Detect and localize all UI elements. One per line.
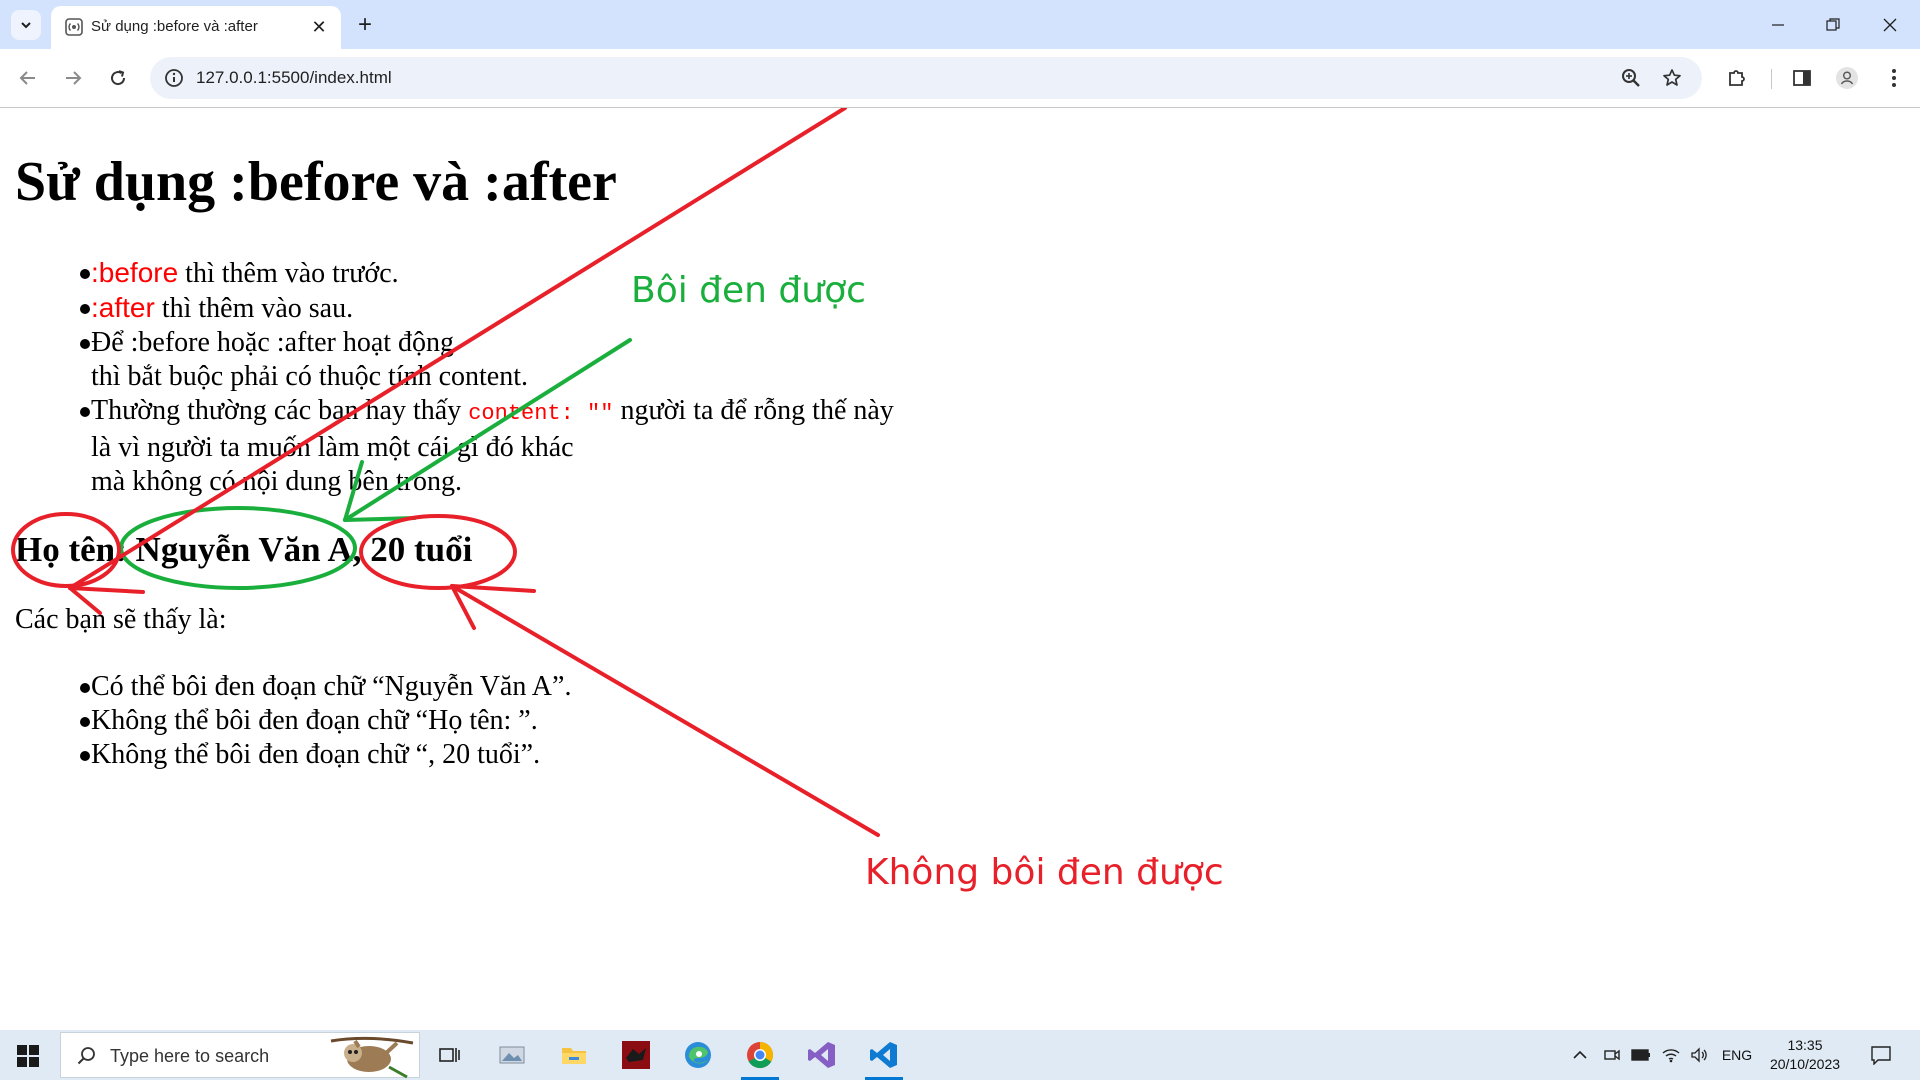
code-snippet: content: "" [468, 401, 614, 426]
task-view-icon [439, 1048, 460, 1062]
taskbar-app-red[interactable] [607, 1030, 665, 1080]
volume-icon[interactable] [1688, 1042, 1710, 1068]
clock-time: 13:35 [1787, 1037, 1823, 1053]
info-label-before: Họ tên: [15, 530, 136, 569]
app-red-icon [622, 1041, 650, 1069]
minimize-icon [1772, 24, 1784, 26]
list-item-text: thì thêm vào trước. [178, 258, 399, 289]
green-annotation-label: Bôi đen được [631, 270, 866, 311]
close-icon [1883, 18, 1897, 32]
system-clock[interactable]: 13:35 20/10/2023 [1760, 1036, 1850, 1074]
profile-avatar[interactable] [1835, 66, 1859, 90]
visual-studio-icon [808, 1042, 835, 1068]
red-arrowhead [68, 586, 145, 594]
bookmark-star-icon[interactable] [1661, 67, 1683, 89]
extensions-puzzle-icon[interactable] [1725, 66, 1749, 90]
restore-icon [1826, 18, 1840, 31]
forward-button[interactable] [59, 64, 87, 92]
list-item-text: mà không có nội dung bên trong. [91, 466, 462, 497]
battery-icon[interactable] [1630, 1042, 1652, 1068]
windows-start-icon[interactable] [17, 1045, 39, 1067]
tab-search-button[interactable] [11, 10, 41, 40]
vscode-icon [870, 1042, 897, 1068]
address-bar[interactable]: 127.0.0.1:5500/index.html [150, 57, 1702, 99]
browser-tab[interactable]: Sử dụng :before và :after ✕ [51, 6, 341, 49]
show-hidden-icons-button[interactable] [1570, 1042, 1590, 1068]
list-item: Không thể bôi đen đoạn chữ “Họ tên: ”. [17, 704, 571, 738]
taskbar-app-visual-studio[interactable] [793, 1030, 851, 1080]
list-item: Không thể bôi đen đoạn chữ “, 20 tuổi”. [17, 738, 571, 772]
edge-icon [685, 1042, 711, 1068]
new-tab-button[interactable]: + [352, 12, 378, 38]
tab-title: Sử dụng :before và :after [91, 18, 258, 35]
notification-center-button[interactable] [1866, 1042, 1896, 1068]
wifi-icon[interactable] [1660, 1042, 1682, 1068]
meet-now-icon[interactable] [1601, 1042, 1623, 1068]
info-label-after: , 20 tuổi [352, 530, 473, 569]
list-item-text: Để :before hoặc :after hoạt động [91, 327, 455, 358]
arrow-right-icon [66, 71, 82, 85]
url-text[interactable]: 127.0.0.1:5500/index.html [196, 68, 392, 88]
result-list: Có thể bôi đen đoạn chữ “Nguyễn Văn A”. … [17, 670, 571, 772]
info-name[interactable]: Nguyễn Văn A [136, 530, 353, 569]
side-panel-icon[interactable] [1790, 66, 1814, 90]
list-item-text: người ta để rỗng thế này [613, 395, 894, 426]
reload-icon [111, 70, 126, 86]
sloth-illustration-icon [330, 1036, 414, 1079]
list-item: Để :before hoặc :after hoạt động thì bắt … [17, 326, 894, 394]
list-item-text: là vì người ta muốn làm một cái gì đó kh… [91, 432, 574, 463]
red-arrowhead [450, 584, 536, 593]
list-item-text: Thường thường các bạn hay thấy [91, 395, 469, 426]
chevron-up-icon [1573, 1050, 1587, 1059]
taskbar-search-box[interactable]: Type here to search [60, 1032, 420, 1079]
paragraph: Các bạn sẽ thấy là: [15, 604, 227, 635]
after-keyword: :after [91, 292, 155, 323]
chrome-icon [747, 1042, 774, 1069]
green-arrowhead [343, 516, 417, 522]
person-info: Họ tên: Nguyễn Văn A, 20 tuổi [15, 530, 472, 570]
folder-icon [562, 1048, 586, 1064]
taskbar-app-edge[interactable] [669, 1030, 727, 1080]
chevron-down-icon [21, 22, 31, 29]
reload-button[interactable] [104, 64, 132, 92]
list-item-text: thì bắt buộc phải có thuộc tính content. [91, 361, 529, 392]
restore-button[interactable] [1810, 10, 1856, 40]
live-server-icon [65, 18, 83, 36]
toolbar-divider [1771, 69, 1772, 89]
taskbar-app-vscode[interactable] [855, 1030, 913, 1080]
taskbar-app-file-explorer[interactable] [545, 1030, 603, 1080]
minimize-button[interactable] [1755, 10, 1801, 40]
notification-icon [1871, 1046, 1891, 1065]
list-item-text: thì thêm vào sau. [154, 293, 354, 324]
close-window-button[interactable] [1867, 10, 1913, 40]
red-arrowhead [450, 584, 476, 630]
more-menu-icon[interactable] [1882, 66, 1906, 90]
zoom-icon[interactable] [1620, 67, 1642, 89]
web-page: Sử dụng :before và :after :before thì th… [0, 108, 1920, 1030]
search-placeholder: Type here to search [110, 1046, 270, 1066]
red-annotation-label: Không bôi đen được [865, 852, 1224, 893]
taskbar-app-chrome[interactable] [731, 1030, 789, 1080]
info-icon[interactable] [164, 68, 184, 88]
back-button[interactable] [14, 64, 42, 92]
browser-toolbar: 127.0.0.1:5500/index.html [0, 49, 1920, 108]
clock-date: 20/10/2023 [1769, 1056, 1841, 1072]
tab-strip: Sử dụng :before và :after ✕ + [0, 0, 1920, 49]
list-item: Có thể bôi đen đoạn chữ “Nguyễn Văn A”. [17, 670, 571, 704]
language-indicator[interactable]: ENG [1718, 1042, 1756, 1068]
taskbar-app-photos[interactable] [483, 1030, 541, 1080]
search-icon [77, 1047, 95, 1065]
list-item: Thường thường các bạn hay thấy content: … [17, 394, 894, 499]
arrow-left-icon [19, 71, 35, 85]
photos-icon [499, 1046, 525, 1064]
task-view-button[interactable] [421, 1030, 479, 1080]
page-title: Sử dụng :before và :after [15, 151, 617, 213]
before-keyword: :before [91, 257, 179, 288]
tab-close-icon[interactable]: ✕ [309, 17, 329, 37]
taskbar: Type here to search ENG 13:35 20/10/2023 [0, 1030, 1920, 1080]
